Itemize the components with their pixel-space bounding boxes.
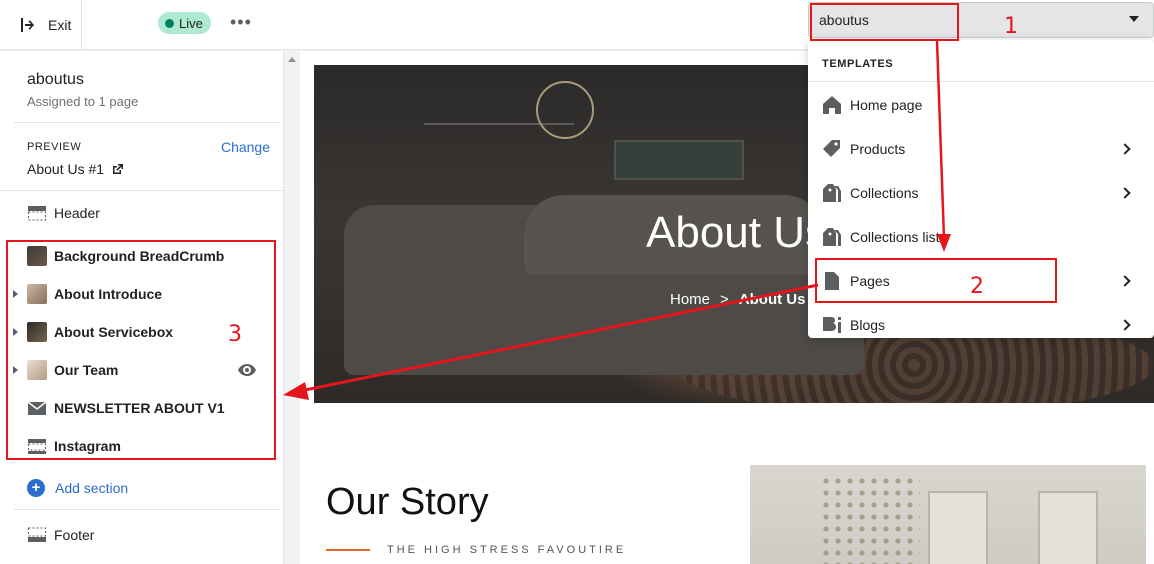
- template-item-products[interactable]: Products: [808, 127, 1154, 171]
- wall-frame-image: [928, 491, 988, 564]
- assigned-text: Assigned to 1 page: [27, 94, 139, 109]
- story-title: Our Story: [326, 481, 489, 523]
- annotation-box-2: [815, 258, 1057, 303]
- template-item-label: Blogs: [850, 317, 886, 333]
- template-item-label: Collections: [850, 185, 919, 201]
- chevron-right-icon: [1119, 187, 1131, 199]
- chevron-right-icon: [1119, 275, 1131, 287]
- chevron-right-icon: [1119, 143, 1131, 155]
- exit-button[interactable]: Exit: [0, 0, 82, 50]
- breadcrumb-separator: >: [720, 291, 729, 308]
- header-section-icon: [28, 206, 46, 221]
- wall-clock-image: [536, 81, 594, 139]
- template-item-collections-list[interactable]: Collections list: [808, 215, 1154, 259]
- branch-decor-image: [820, 475, 920, 564]
- template-item-label: Collections list: [850, 229, 940, 245]
- annotation-number-2: 2: [970, 274, 984, 299]
- header-section-item[interactable]: Header: [0, 194, 283, 232]
- more-actions-button[interactable]: •••: [230, 10, 252, 34]
- divider: [14, 509, 279, 510]
- annotation-number-3: 3: [228, 322, 242, 347]
- breadcrumb: Home > About Us: [670, 291, 805, 308]
- story-subtitle: THE HIGH STRESS FAVOUTIRE: [387, 544, 627, 556]
- footer-section-item[interactable]: Footer: [0, 516, 283, 554]
- collections-icon: [823, 228, 841, 246]
- preview-page-link[interactable]: About Us #1: [27, 161, 124, 177]
- template-item-label: Products: [850, 141, 906, 157]
- scroll-up-icon[interactable]: [288, 57, 296, 62]
- home-icon: [823, 96, 841, 114]
- collections-icon: [823, 184, 841, 202]
- add-section-label: Add section: [55, 480, 129, 496]
- template-item-blogs[interactable]: Blogs: [808, 303, 1154, 338]
- exit-label: Exit: [48, 17, 72, 33]
- change-preview-link[interactable]: Change: [221, 139, 270, 155]
- add-section-button[interactable]: + Add section: [27, 479, 128, 497]
- template-item-label: Home page: [850, 97, 923, 113]
- template-item-collections[interactable]: Collections: [808, 171, 1154, 215]
- header-label: Header: [54, 205, 100, 221]
- preview-page-label: About Us #1: [27, 161, 105, 177]
- story-accent-rule: [326, 549, 370, 551]
- story-photo: [750, 465, 1146, 564]
- window-image: [614, 140, 744, 180]
- divider: [0, 190, 283, 191]
- annotation-box-3: [6, 240, 276, 460]
- live-dot-icon: [165, 18, 174, 28]
- caret-down-icon: [1129, 16, 1139, 22]
- wall-frame-image: [1038, 491, 1098, 564]
- exit-icon: [21, 18, 34, 32]
- footer-label: Footer: [54, 527, 95, 543]
- external-link-icon: [113, 163, 124, 174]
- live-status-badge: Live: [158, 12, 211, 34]
- breadcrumb-home-link[interactable]: Home: [670, 291, 710, 308]
- breadcrumb-current: About Us: [738, 291, 806, 308]
- template-item-home-page[interactable]: Home page: [808, 83, 1154, 127]
- tag-icon: [823, 140, 840, 157]
- blog-icon: [823, 317, 841, 333]
- templates-heading: TEMPLATES: [822, 58, 894, 70]
- plus-circle-icon: +: [27, 479, 45, 497]
- annotation-box-1: [810, 3, 959, 41]
- chevron-right-icon: [1119, 319, 1131, 331]
- preview-heading: PREVIEW: [27, 141, 82, 153]
- hero-title: About Us: [646, 208, 827, 257]
- template-name: aboutus: [27, 71, 84, 88]
- footer-section-icon: [28, 527, 46, 542]
- divider: [14, 122, 279, 123]
- divider: [808, 81, 1154, 82]
- annotation-number-1: 1: [1004, 14, 1018, 39]
- live-label: Live: [179, 15, 203, 31]
- sidebar-scrollbar[interactable]: [283, 51, 299, 564]
